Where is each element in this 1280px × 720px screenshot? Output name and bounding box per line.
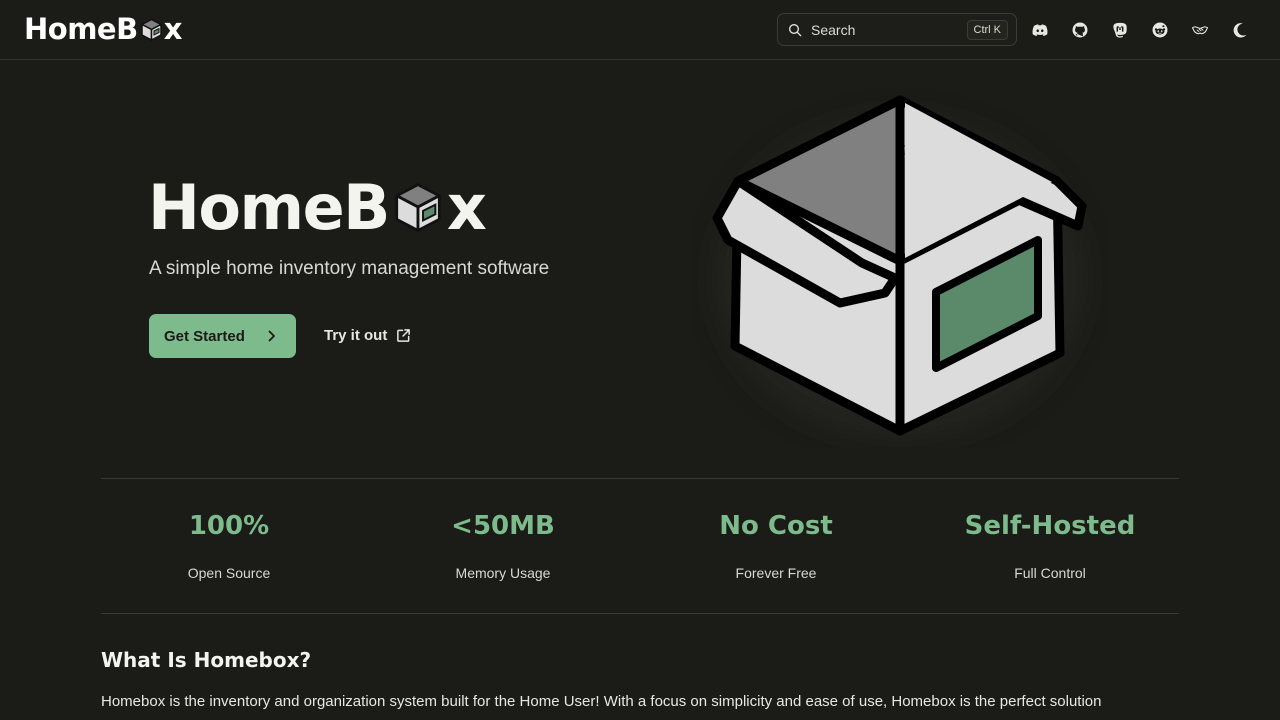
moon-icon (1233, 23, 1247, 38)
chevron-right-icon (268, 330, 275, 342)
hero-logo-prefix: HomeB (148, 170, 390, 244)
search-icon (789, 23, 802, 36)
stat-value: <50MB (451, 511, 555, 541)
try-it-out-label: Try it out (324, 326, 388, 344)
top-navbar: HomeB x Search Ctrl K (0, 0, 1280, 60)
stat-value: Self-Hosted (964, 511, 1136, 541)
sponsor-icon (1191, 26, 1209, 35)
box-logo-icon (395, 183, 441, 232)
hero-logo-suffix: x (446, 170, 487, 244)
about-heading: What Is Homebox? (101, 648, 312, 672)
hero-tagline: A simple home inventory management softw… (149, 258, 550, 279)
stat-value: 100% (188, 511, 270, 541)
search-shortcut-badge: Ctrl K (966, 19, 1008, 40)
brand-wordmark: HomeB x (24, 12, 182, 46)
stat-self-hosted: Self-Hosted Full Control (930, 508, 1170, 581)
github-icon (1072, 22, 1088, 38)
stat-label: Forever Free (735, 565, 817, 581)
github-link[interactable] (1070, 20, 1090, 40)
stat-open-source: 100% Open Source (109, 508, 349, 581)
hero-box-illustration (712, 95, 1087, 438)
stat-value: No Cost (719, 511, 833, 541)
brand-text-suffix: x (163, 12, 183, 46)
mastodon-link[interactable] (1110, 20, 1130, 40)
reddit-link[interactable] (1150, 20, 1170, 40)
stat-label: Open Source (187, 565, 271, 581)
brand-text-prefix: HomeB (24, 12, 138, 46)
stat-no-cost: No Cost Forever Free (656, 508, 896, 581)
stat-label: Memory Usage (455, 565, 551, 581)
discord-link[interactable] (1030, 20, 1050, 40)
try-it-out-link[interactable]: Try it out (324, 323, 411, 347)
stat-label: Full Control (1014, 565, 1086, 581)
get-started-label: Get Started (164, 327, 245, 345)
get-started-button[interactable]: Get Started (149, 314, 296, 358)
discord-icon (1032, 24, 1048, 36)
external-link-icon (397, 328, 411, 342)
about-paragraph: Homebox is the inventory and organizatio… (101, 693, 1102, 710)
brand-logo-link[interactable]: HomeB x (24, 11, 182, 47)
box-logo-icon (140, 18, 162, 41)
sponsor-link[interactable] (1190, 20, 1210, 40)
search-button[interactable]: Search Ctrl K (777, 13, 1017, 46)
stats-bottom-divider (101, 613, 1179, 614)
stats-top-divider (101, 478, 1179, 479)
hero-wordmark: HomeB x (148, 170, 487, 244)
mastodon-icon (1113, 22, 1127, 38)
stat-memory-usage: <50MB Memory Usage (383, 508, 623, 581)
reddit-icon (1152, 22, 1168, 38)
search-label: Search (811, 21, 856, 38)
theme-toggle-button[interactable] (1230, 20, 1250, 40)
